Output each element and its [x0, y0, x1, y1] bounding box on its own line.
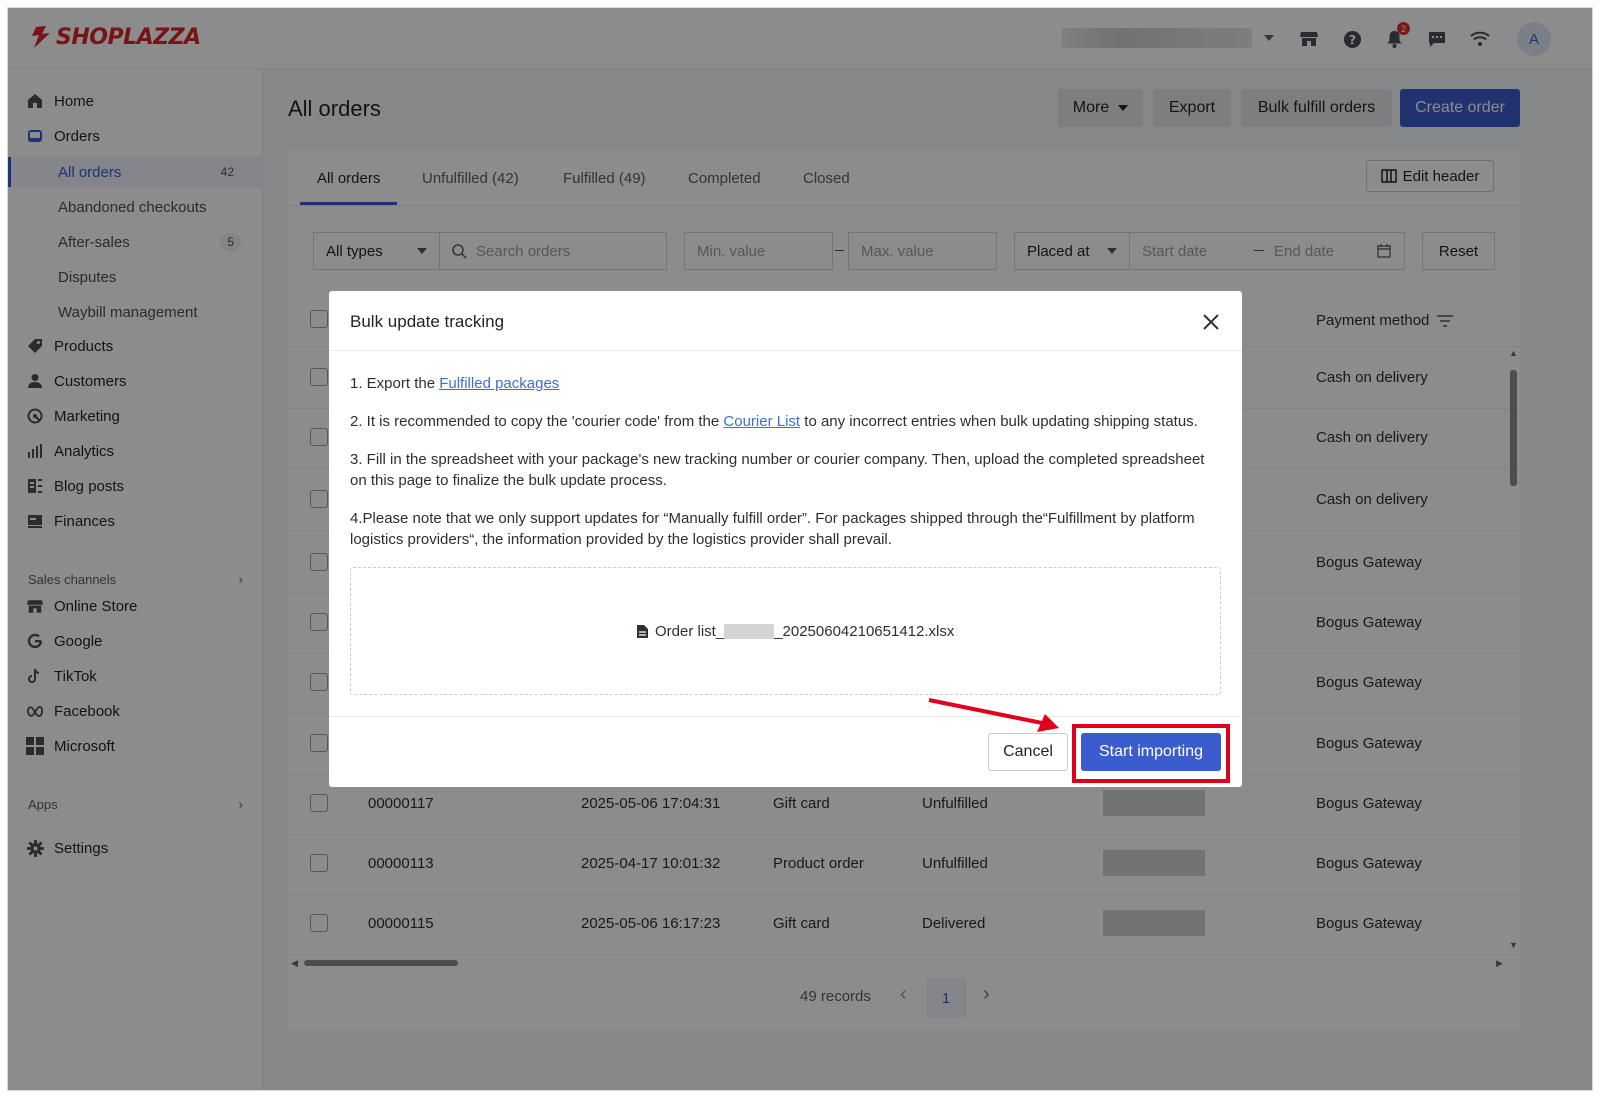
dialog-header: Bulk update tracking [329, 291, 1242, 351]
instruction-step-2: 2. It is recommended to copy the 'courie… [350, 411, 1220, 432]
fulfilled-packages-link[interactable]: Fulfilled packages [439, 375, 559, 392]
close-icon[interactable] [1200, 311, 1222, 333]
instruction-step-1: 1. Export the Fulfilled packages [350, 373, 1220, 394]
annotation-arrow-icon [928, 698, 1059, 732]
file-upload-area[interactable]: Order list_ _20250604210651412.xlsx [350, 567, 1221, 695]
annotation-highlight-box [1072, 724, 1230, 783]
file-name-redacted [724, 624, 775, 639]
file-icon [637, 625, 648, 638]
uploaded-file: Order list_ _20250604210651412.xlsx [636, 623, 954, 640]
file-name-suffix: _20250604210651412.xlsx [774, 623, 955, 640]
file-name-prefix: Order list_ [655, 623, 725, 640]
instruction-step-4: 4.Please note that we only support updat… [350, 510, 1195, 548]
cancel-button[interactable]: Cancel [988, 733, 1068, 771]
bulk-update-tracking-dialog: Bulk update tracking 1. Export the Fulfi… [329, 291, 1242, 787]
step-2-text: 2. It is recommended to copy the 'courie… [350, 413, 724, 430]
courier-list-link[interactable]: Courier List [723, 413, 800, 430]
step-1-text: 1. Export the [350, 375, 440, 392]
dialog-footer-divider [329, 716, 1242, 717]
app-window: SHOPLAZZA ? 2 A Home Orders All orders 4… [7, 7, 1593, 1091]
dialog-title: Bulk update tracking [350, 312, 505, 331]
step-2-suffix: to any incorrect entries when bulk updat… [800, 413, 1198, 430]
instruction-step-3: 3. Fill in the spreadsheet with your pac… [350, 451, 1205, 489]
